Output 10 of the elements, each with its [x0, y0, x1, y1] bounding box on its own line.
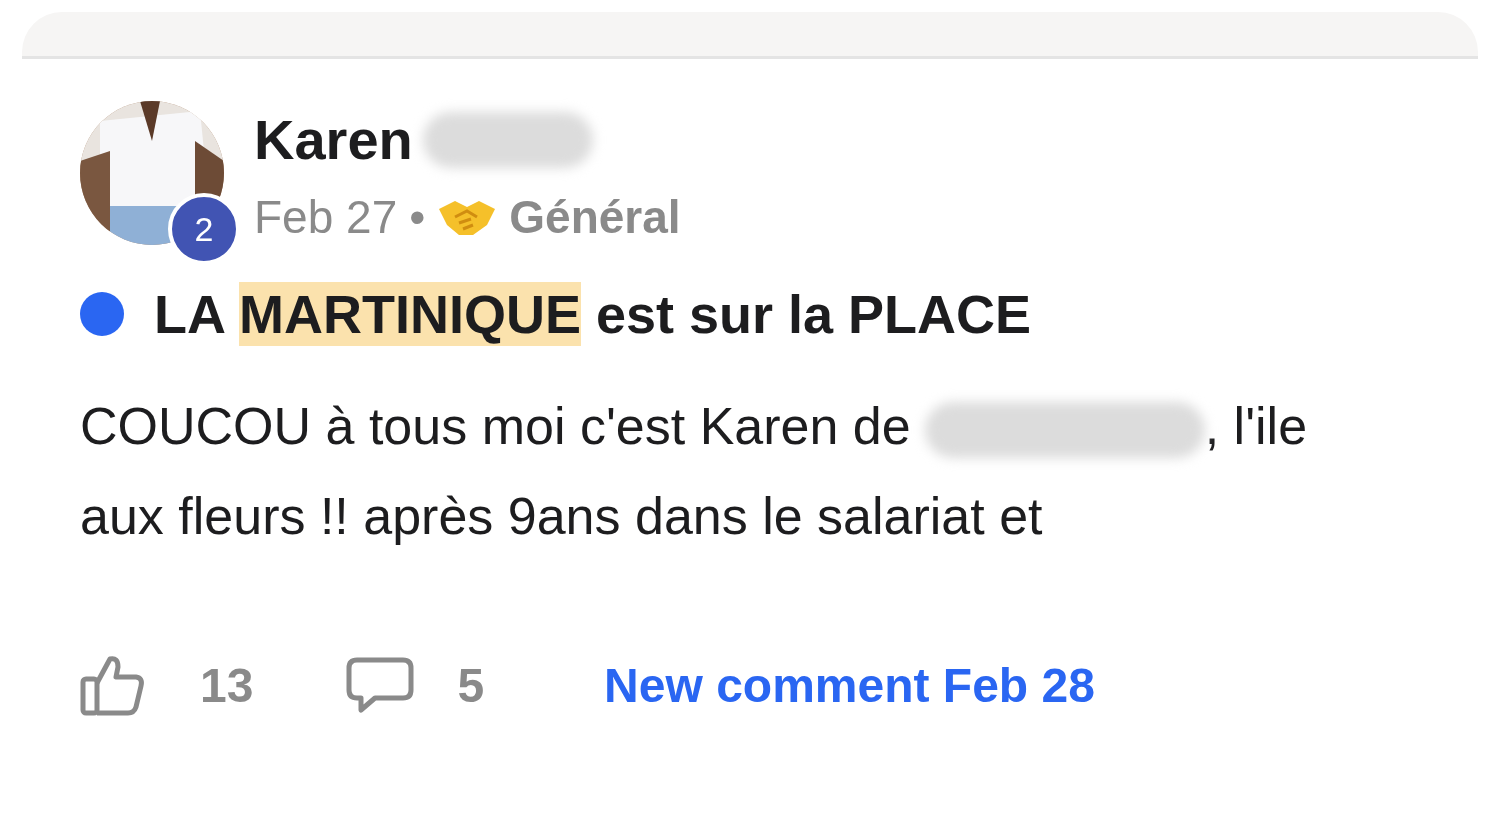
like-count: 13 [200, 657, 254, 713]
new-comment-link[interactable]: New comment Feb 28 [604, 657, 1095, 713]
author-name[interactable]: Karen [254, 107, 413, 172]
separator: • [409, 190, 426, 244]
comment-icon[interactable] [345, 656, 416, 714]
post-title[interactable]: LA MARTINIQUE est sur la PLACE [154, 283, 1032, 345]
post-date: Feb 27 [254, 190, 398, 244]
post-excerpt: COUCOU à tous moi c'est Karen de , l'ile aux fleurs !! après 9ans dans le salariat et [80, 396, 1309, 547]
comment-count: 5 [457, 657, 485, 713]
thumbs-up-icon[interactable] [80, 653, 146, 717]
